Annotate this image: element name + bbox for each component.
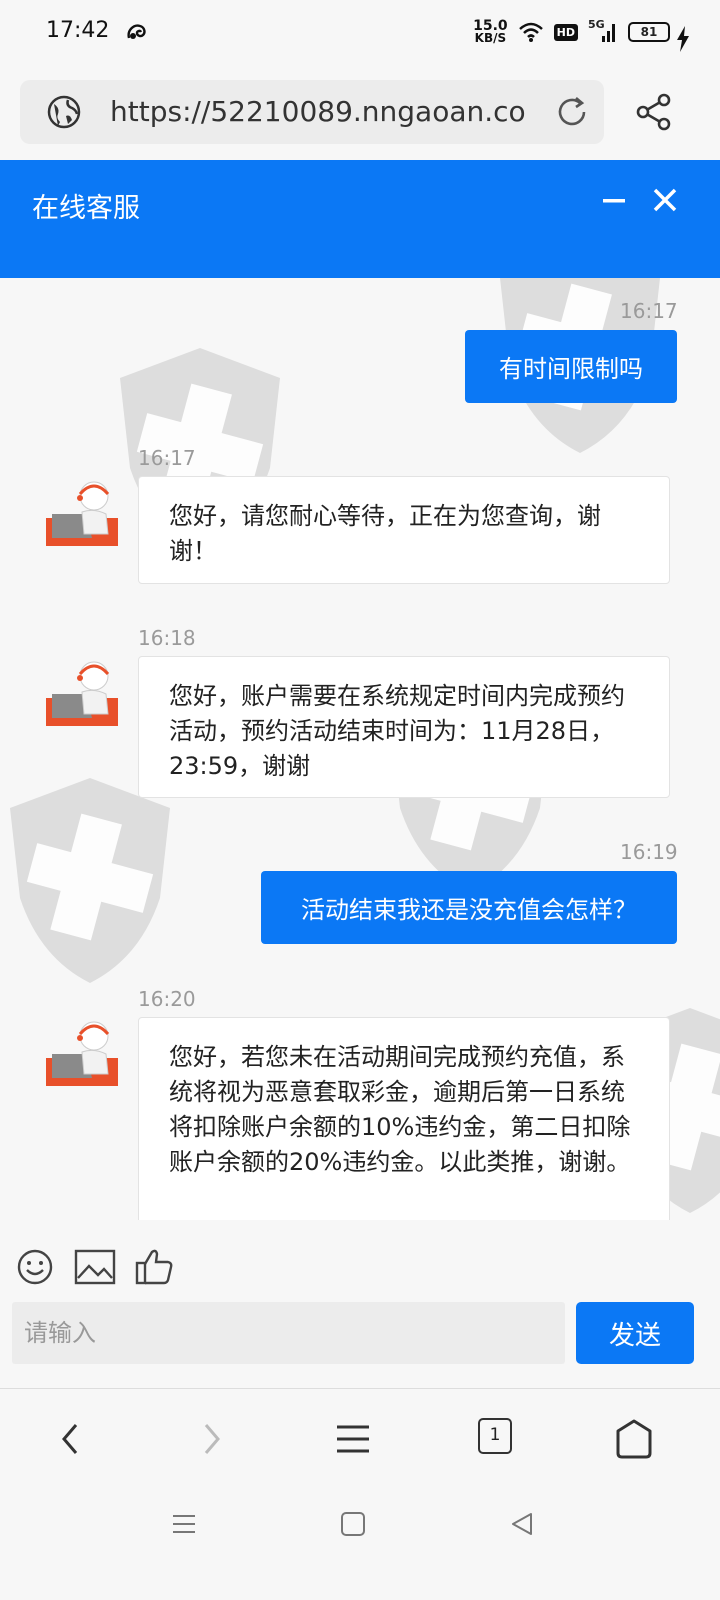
share-icon[interactable] (634, 92, 674, 132)
message-time: 16:17 (620, 299, 678, 323)
agent-message-bubble: 您好，若您未在活动期间完成预约充值，系统将视为恶意套取彩金，逾期后第一日系统将扣… (138, 1017, 670, 1220)
agent-message-bubble: 您好，请您耐心等待，正在为您查询，谢谢！ (138, 476, 670, 584)
charging-icon (677, 26, 689, 52)
cellular-signal: 5G (588, 18, 618, 44)
recent-apps-icon[interactable] (170, 1510, 198, 1538)
tabs-button[interactable]: 1 (478, 1418, 512, 1454)
squirrel-icon (127, 24, 146, 39)
status-bar: 17:42 15.0 KB/S HD 5G 81 (0, 0, 720, 64)
message-input[interactable] (12, 1302, 565, 1364)
chat-title: 在线客服 (32, 193, 140, 224)
net-speed: 15.0 KB/S (473, 18, 508, 45)
agent-avatar (46, 661, 118, 726)
url-text[interactable]: https://52210089.nngaoan.co (110, 95, 540, 128)
user-message-bubble: 活动结束我还是没充值会怎样？ (261, 871, 677, 944)
user-message-bubble: 有时间限制吗 (465, 330, 677, 403)
send-button[interactable]: 发送 (576, 1302, 694, 1364)
menu-icon[interactable] (331, 1417, 375, 1461)
minimize-icon[interactable] (601, 188, 627, 214)
globe-icon (47, 95, 81, 129)
status-time: 17:42 (46, 18, 110, 43)
message-time: 16:20 (138, 987, 196, 1011)
chat-messages[interactable]: 16:17 有时间限制吗 16:17 您好，请您耐心等待，正在为您查询，谢谢！ … (0, 278, 720, 1220)
message-time: 16:18 (138, 626, 196, 650)
address-bar[interactable]: https://52210089.nngaoan.co (20, 80, 604, 144)
agent-avatar (46, 1021, 118, 1086)
shield-watermark-icon (10, 778, 170, 983)
home-icon[interactable] (612, 1417, 656, 1461)
reload-icon[interactable] (554, 94, 590, 130)
hd-badge: HD (553, 23, 578, 41)
agent-avatar (46, 481, 118, 546)
chat-header: 在线客服 (0, 160, 720, 278)
emoji-icon[interactable] (16, 1248, 54, 1286)
browser-nav-bar (0, 1388, 720, 1488)
signal-icon (602, 24, 615, 42)
back-icon[interactable] (48, 1417, 92, 1461)
image-icon[interactable] (74, 1248, 116, 1286)
home-square-icon[interactable] (339, 1510, 367, 1538)
message-time: 16:19 (620, 840, 678, 864)
back-triangle-icon[interactable] (508, 1510, 536, 1538)
forward-icon[interactable] (190, 1417, 234, 1461)
system-nav-bar (0, 1488, 720, 1600)
wifi-icon (518, 22, 543, 42)
message-time: 16:17 (138, 446, 196, 470)
battery-indicator: 81 (628, 22, 670, 42)
thumbs-up-icon[interactable] (134, 1246, 174, 1286)
close-icon[interactable] (651, 186, 679, 214)
composer-toolbar (0, 1240, 720, 1290)
agent-message-bubble: 您好，账户需要在系统规定时间内完成预约活动，预约活动结束时间为：11月28日，2… (138, 656, 670, 798)
